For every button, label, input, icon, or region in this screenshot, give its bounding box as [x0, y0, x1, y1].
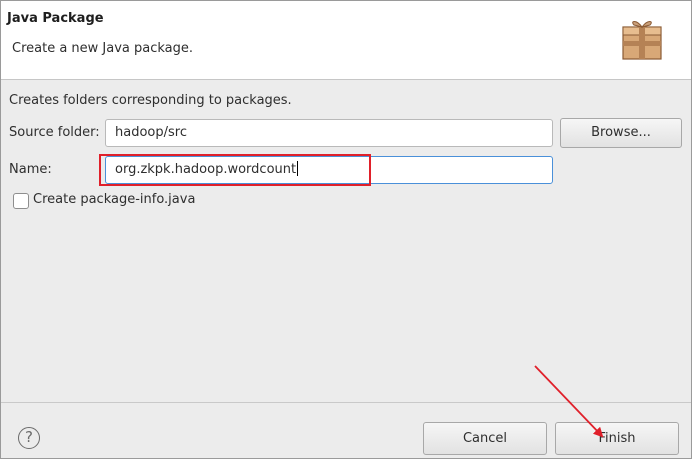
package-info-checkbox[interactable]: [13, 193, 29, 209]
source-folder-input[interactable]: hadoop/src: [105, 119, 553, 147]
annotation-highlight-box: [99, 154, 371, 186]
package-icon: [622, 21, 662, 60]
dialog-title: Java Package: [7, 11, 104, 26]
source-folder-label: Source folder:: [9, 125, 100, 140]
footer-separator: [1, 402, 691, 403]
name-label: Name:: [9, 162, 52, 177]
finish-button[interactable]: Finish: [555, 422, 679, 455]
cancel-button[interactable]: Cancel: [423, 422, 547, 455]
source-folder-value: hadoop/src: [115, 125, 187, 140]
help-icon[interactable]: ?: [18, 427, 40, 449]
dialog-description: Create a new Java package.: [12, 41, 194, 56]
dialog-banner: Java Package Create a new Java package.: [1, 1, 691, 80]
intro-text: Creates folders corresponding to package…: [9, 93, 292, 108]
java-package-dialog: Java Package Create a new Java package. …: [0, 0, 692, 459]
package-info-checkbox-label[interactable]: Create package-info.java: [33, 192, 195, 207]
browse-button[interactable]: Browse...: [560, 118, 682, 148]
